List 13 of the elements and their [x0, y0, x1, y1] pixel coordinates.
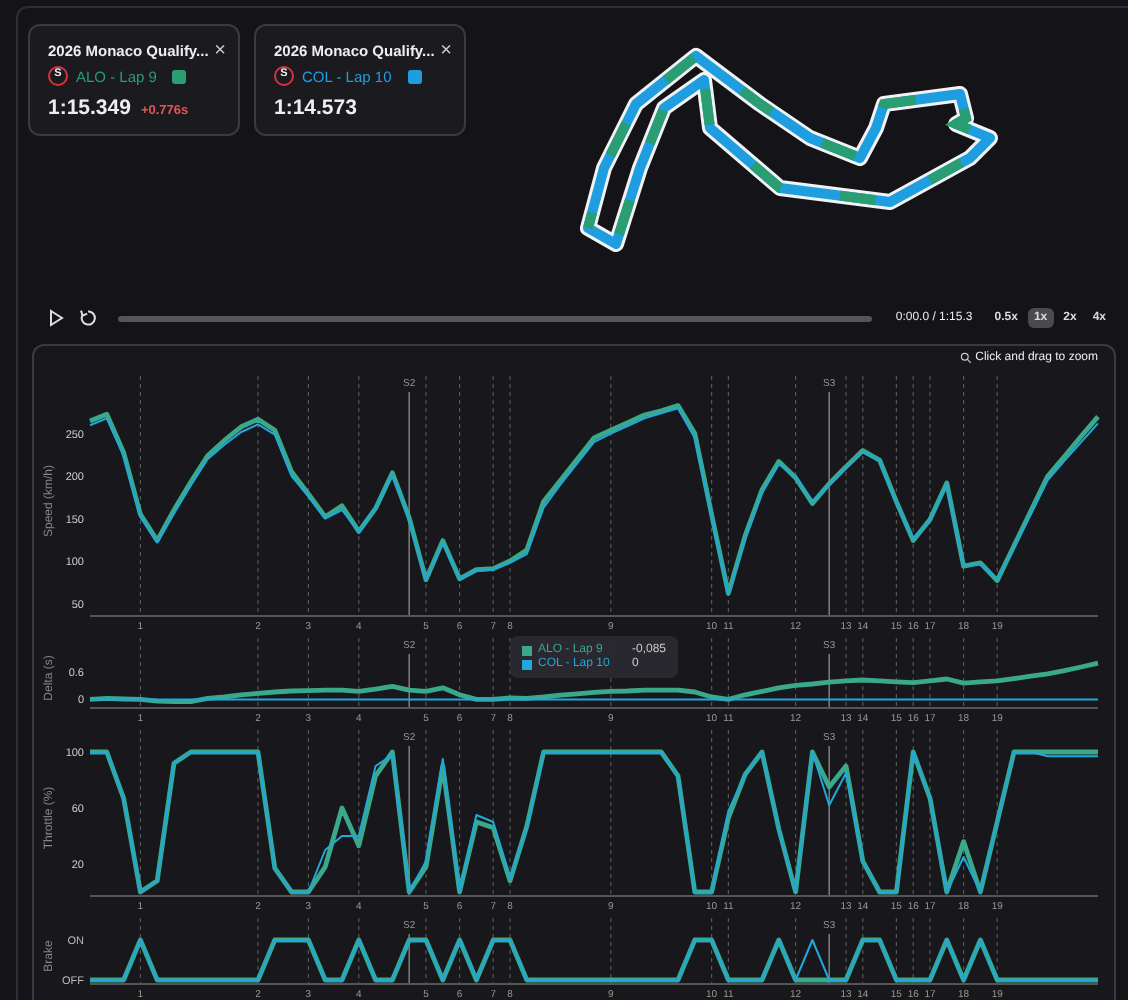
color-swatch[interactable]: [407, 69, 422, 83]
lap-time: 1:14.573: [274, 96, 357, 120]
close-button[interactable]: ×: [440, 43, 452, 59]
legend-swatch: [522, 645, 532, 655]
telemetry-panel[interactable]: [32, 344, 1116, 1000]
legend-swatch: [522, 659, 532, 669]
search-icon: [959, 352, 972, 364]
lap-time: 1:15.349: [48, 96, 131, 120]
progress-track[interactable]: [118, 315, 872, 321]
play-icon[interactable]: [46, 308, 66, 328]
color-swatch[interactable]: [172, 69, 187, 83]
close-button[interactable]: ×: [214, 43, 226, 59]
restart-icon[interactable]: [78, 308, 98, 328]
